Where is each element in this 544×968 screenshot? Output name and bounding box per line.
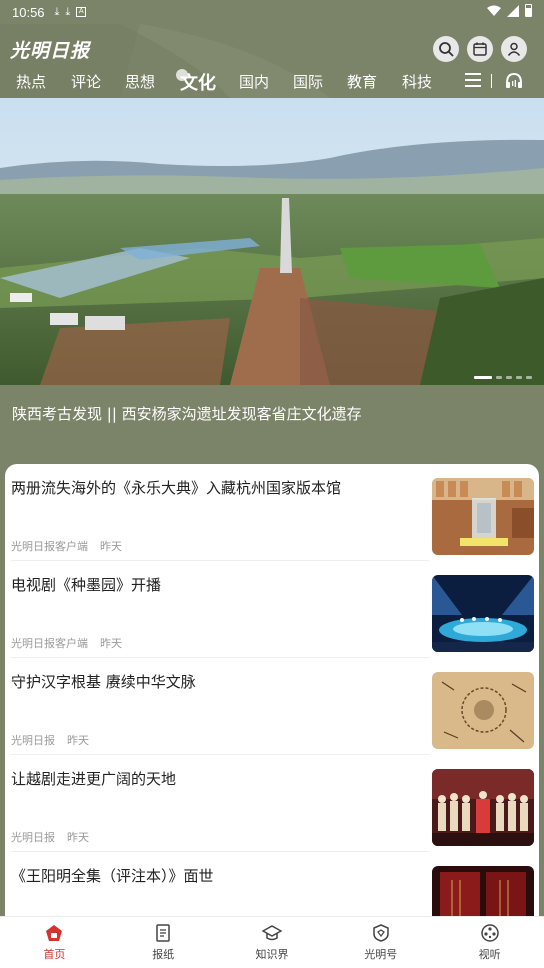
pagination-dot	[526, 376, 532, 379]
article-source: 光明日报	[11, 734, 55, 747]
status-time: 10:56	[12, 4, 45, 20]
menu-icon[interactable]	[465, 73, 481, 87]
calendar-button[interactable]	[467, 36, 493, 62]
download-icon: ⤓	[65, 5, 71, 18]
tab-label: 光明号	[364, 948, 398, 961]
article-thumbnail	[432, 866, 534, 916]
download-icon: ⤓	[54, 5, 60, 18]
tab-label: 知识界	[255, 948, 289, 961]
nav-separator	[491, 74, 492, 88]
newspaper-icon	[156, 924, 170, 942]
article-thumbnail	[432, 478, 534, 555]
article-meta: 光明日报 昨天	[11, 829, 89, 845]
tab-video[interactable]: 视听	[435, 917, 544, 968]
signal-icon	[507, 4, 519, 17]
search-icon	[439, 42, 454, 57]
article-thumbnail	[432, 769, 534, 846]
graduation-cap-icon	[261, 925, 282, 941]
article-source: 光明日报客户端	[11, 637, 88, 650]
nav-tab-education[interactable]: 教育	[347, 71, 377, 92]
list-item[interactable]: 《王阳明全集（评注本）》面世	[5, 852, 539, 916]
shield-icon	[373, 924, 389, 942]
pagination-dot	[516, 376, 522, 379]
film-reel-icon	[480, 924, 499, 942]
app-logo[interactable]: 光明日报	[10, 36, 90, 63]
article-title: 守护汉字根基 赓续中华文脉	[11, 673, 196, 691]
nav-tab-commentary[interactable]: 评论	[71, 71, 101, 92]
tab-label: 视听	[478, 948, 501, 961]
list-item[interactable]: 守护汉字根基 赓续中华文脉 光明日报 昨天	[5, 658, 539, 755]
tab-label: 首页	[43, 948, 66, 961]
list-item[interactable]: 两册流失海外的《永乐大典》入藏杭州国家版本馆 光明日报客户端 昨天	[5, 464, 539, 561]
status-bar: 10:56 ⤓ ⤓ A	[0, 0, 544, 24]
tab-guangming-account[interactable]: 光明号	[326, 917, 435, 968]
article-title: 两册流失海外的《永乐大典》入藏杭州国家版本馆	[11, 479, 342, 497]
nav-tab-technology[interactable]: 科技	[402, 71, 432, 92]
nav-tab-hot[interactable]: 热点	[16, 71, 46, 92]
article-time: 昨天	[100, 540, 122, 553]
user-icon	[507, 42, 521, 56]
tab-home[interactable]: 首页	[0, 917, 109, 968]
hero-pagination	[474, 376, 532, 379]
battery-icon	[525, 4, 532, 17]
article-source: 光明日报客户端	[11, 540, 88, 553]
profile-button[interactable]	[501, 36, 527, 62]
article-feed: 两册流失海外的《永乐大典》入藏杭州国家版本馆 光明日报客户端 昨天 电视剧《种墨园…	[5, 464, 539, 916]
pagination-dot	[496, 376, 502, 379]
article-thumbnail	[432, 672, 534, 749]
pagination-dot	[506, 376, 512, 379]
headphones-icon[interactable]	[504, 71, 524, 89]
list-item[interactable]: 让越剧走进更广阔的天地 光明日报 昨天	[5, 755, 539, 852]
article-source: 光明日报	[11, 831, 55, 844]
article-title: 《王阳明全集（评注本）》面世	[11, 867, 214, 885]
article-time: 昨天	[100, 637, 122, 650]
category-nav: 热点 评论 思想 文化 国内 国际 教育 科技	[0, 68, 544, 94]
nav-tab-international[interactable]: 国际	[293, 71, 323, 92]
nav-tab-thought[interactable]: 思想	[125, 71, 155, 92]
article-title: 让越剧走进更广阔的天地	[11, 770, 177, 788]
article-thumbnail	[432, 575, 534, 652]
app-notification-icon: A	[76, 7, 87, 17]
article-meta: 光明日报客户端 昨天	[11, 538, 122, 554]
home-icon	[46, 925, 63, 941]
hero-image	[0, 98, 544, 385]
hero-banner[interactable]: 陕西考古发现 || 西安杨家沟遗址发现客省庄文化遗存	[0, 98, 544, 445]
search-button[interactable]	[433, 36, 459, 62]
calendar-icon	[473, 42, 487, 56]
article-title: 电视剧《种墨园》开播	[11, 576, 162, 594]
header: 光明日报 热点 评论 思想 文化 国内 国际 教育 科技	[0, 24, 544, 98]
list-item[interactable]: 电视剧《种墨园》开播 光明日报客户端 昨天	[5, 561, 539, 658]
hero-caption[interactable]: 陕西考古发现 || 西安杨家沟遗址发现客省庄文化遗存	[12, 403, 362, 424]
article-time: 昨天	[67, 831, 89, 844]
nav-tab-culture[interactable]: 文化	[180, 69, 216, 95]
nav-tab-domestic[interactable]: 国内	[239, 71, 269, 92]
tab-knowledge[interactable]: 知识界	[218, 917, 327, 968]
tab-label: 报纸	[152, 948, 175, 961]
wifi-icon	[487, 5, 501, 16]
bottom-tab-bar: 首页 报纸 知识界 光明号 视听	[0, 916, 544, 968]
tab-newspaper[interactable]: 报纸	[109, 917, 218, 968]
pagination-dot	[474, 376, 492, 379]
article-meta: 光明日报 昨天	[11, 732, 89, 748]
article-time: 昨天	[67, 734, 89, 747]
article-meta: 光明日报客户端 昨天	[11, 635, 122, 651]
